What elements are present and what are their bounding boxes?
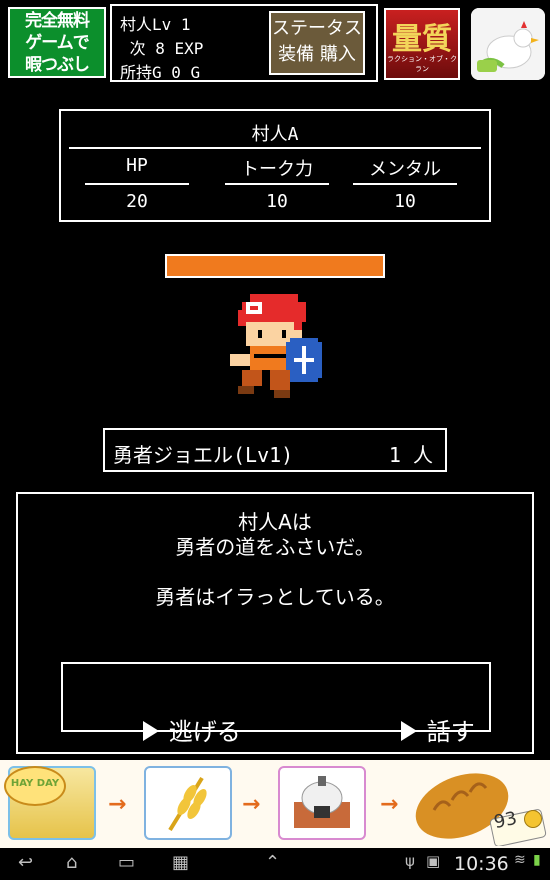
- hero-pixel-art: [230, 294, 322, 398]
- image-icon: ▣: [426, 852, 441, 870]
- hero-count: 1 人: [388, 443, 433, 467]
- ad-icon-1-title: 量質: [392, 22, 452, 57]
- divider: [85, 183, 189, 185]
- arrow-right-icon: →: [242, 792, 261, 817]
- talk-label: 話す: [426, 718, 475, 746]
- ad-icon-clash[interactable]: 量質 ラクション・オブ・クラン: [384, 8, 460, 80]
- next-exp: 次 8 EXP: [120, 39, 204, 58]
- stat-value-hp: 20: [126, 191, 148, 212]
- message-line: 勇者の道をふさいだ。: [175, 535, 375, 559]
- stat-label-hp: HP: [126, 155, 148, 176]
- divider: [353, 183, 457, 185]
- divider: [225, 183, 329, 185]
- ad-icon-chicken[interactable]: [471, 8, 545, 80]
- enemy-hp-gauge: [165, 254, 385, 278]
- stat-value-talk: 10: [266, 191, 288, 212]
- stat-label-talk: トーク力: [241, 159, 313, 180]
- battle-message-window: 村人Aは 勇者の道をふさいだ。 勇者はイラっとしている。 逃げる 話す: [16, 492, 534, 754]
- flee-label: 逃げる: [168, 718, 241, 746]
- gold-amount: 所持G 0 G: [120, 63, 201, 82]
- wheat-icon: [168, 776, 207, 832]
- back-icon[interactable]: ↩: [18, 852, 33, 873]
- ad-icon-1-caption: ラクション・オブ・クラン: [387, 55, 457, 73]
- hero-sprite[interactable]: [226, 290, 330, 422]
- enemy-hp-gauge-fill: [167, 256, 383, 276]
- cursor-triangle-icon: [142, 721, 159, 741]
- clock: 10:36: [454, 853, 509, 875]
- enemy-name: 村人A: [251, 124, 299, 145]
- status-equip-shop-button[interactable]: ステータス 装備 購入: [269, 11, 365, 75]
- player-level: 村人Lv 1: [120, 15, 191, 34]
- status-button-label-2: 装備 購入: [278, 44, 356, 65]
- hero-name: 勇者ジョエル(Lv1): [113, 443, 294, 467]
- bakery-oven-icon: [294, 776, 350, 828]
- cursor-triangle-icon: [400, 721, 417, 741]
- coin-icon: [524, 810, 542, 828]
- bakery-tile: [278, 766, 366, 840]
- stat-label-mental: メンタル: [369, 159, 441, 180]
- hay-day-logo: HAY DAY: [4, 766, 66, 806]
- recent-apps-icon[interactable]: ▭: [118, 852, 135, 873]
- message-line: 村人Aは: [238, 510, 312, 534]
- status-button-label-1: ステータス: [272, 18, 362, 39]
- stat-value-mental: 10: [394, 191, 416, 212]
- wifi-icon: ≋: [514, 852, 526, 868]
- bread-icon: [415, 773, 547, 846]
- message-line: [18, 560, 532, 585]
- battle-message: 村人Aは 勇者の道をふさいだ。 勇者はイラっとしている。: [18, 510, 532, 610]
- hay-day-ad-banner[interactable]: HAY DAY → → → 93: [0, 760, 550, 848]
- divider: [69, 147, 481, 149]
- chevron-up-icon[interactable]: ⌃: [265, 852, 280, 873]
- command-menu: 逃げる 話す: [61, 662, 491, 746]
- usb-icon: ψ: [405, 852, 415, 870]
- message-line: 勇者はイラっとしている。: [155, 585, 395, 609]
- system-navigation-bar: ↩ ⌂ ▭ ▦ ⌃ ψ ▣ 10:36 ≋ ▮: [0, 848, 550, 880]
- arrow-right-icon: →: [108, 792, 127, 817]
- battery-icon: ▮: [533, 852, 541, 868]
- arrow-right-icon: →: [380, 792, 399, 817]
- home-icon[interactable]: ⌂: [66, 852, 77, 873]
- hero-info-panel: 勇者ジョエル(Lv1) 1 人: [103, 428, 447, 472]
- ad-line-3: 暇つぶし: [25, 55, 90, 75]
- screenshot-icon[interactable]: ▦: [172, 852, 189, 873]
- ad-line-1: 完全無料: [25, 11, 90, 31]
- enemy-stats-panel: 村人A HP トーク力 メンタル 20 10 10: [59, 109, 491, 222]
- free-game-ad-banner[interactable]: 完全無料 ゲームで 暇つぶし: [8, 7, 106, 78]
- chicken-icon: [471, 8, 545, 80]
- wheat-field-tile: HAY DAY: [4, 766, 96, 840]
- ad-line-2: ゲームで: [25, 33, 90, 53]
- wheat-tile: [144, 766, 232, 840]
